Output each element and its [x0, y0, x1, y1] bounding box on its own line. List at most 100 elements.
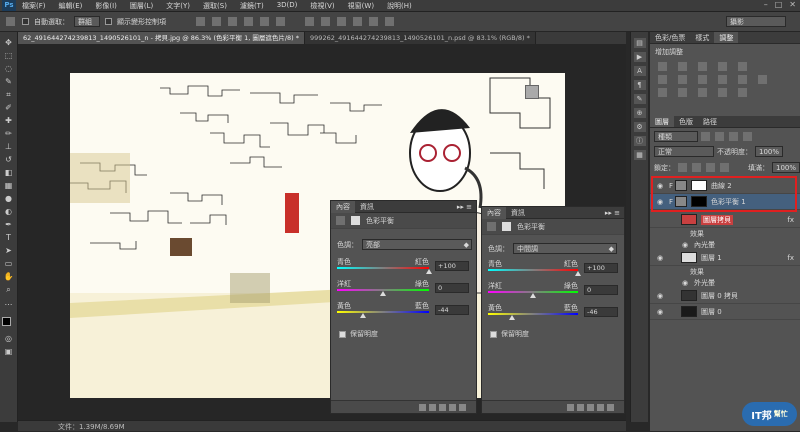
- trash-icon[interactable]: [459, 403, 466, 411]
- eraser-tool-icon[interactable]: ◧: [3, 168, 15, 178]
- lock-move-icon[interactable]: [706, 163, 715, 172]
- menu-item[interactable]: 說明(H): [387, 1, 412, 11]
- distribute-bottom-icon[interactable]: [337, 17, 346, 26]
- tab-properties[interactable]: 內容: [331, 200, 355, 213]
- color-slider-track[interactable]: [337, 311, 429, 313]
- selective-color-icon[interactable]: [738, 88, 747, 97]
- transform-controls-checkbox[interactable]: [105, 18, 112, 25]
- zoom-tool-icon[interactable]: ⌕: [3, 285, 15, 295]
- tone-dropdown[interactable]: 亮部 ◆: [362, 239, 472, 250]
- pen-tool-icon[interactable]: ✒: [3, 220, 15, 230]
- filter-type-icon[interactable]: [729, 132, 738, 141]
- lasso-tool-icon[interactable]: ◌: [3, 64, 15, 74]
- tab-layers[interactable]: 圖層: [650, 116, 674, 127]
- menu-item[interactable]: 選取(S): [203, 1, 227, 11]
- distribute-right-icon[interactable]: [385, 17, 394, 26]
- menu-item[interactable]: 檢視(V): [310, 1, 334, 11]
- history-panel-icon[interactable]: ▤: [633, 38, 646, 48]
- history-brush-icon[interactable]: ↺: [3, 155, 15, 165]
- menu-item[interactable]: 文字(Y): [166, 1, 190, 11]
- dodge-tool-icon[interactable]: ◐: [3, 207, 15, 217]
- tab-info[interactable]: 資訊: [506, 207, 530, 219]
- tab-styles[interactable]: 樣式: [690, 32, 714, 43]
- reset-icon[interactable]: [439, 403, 446, 411]
- slider-thumb[interactable]: [380, 291, 386, 296]
- slider-value-input[interactable]: +100: [584, 263, 618, 273]
- menu-item[interactable]: 影像(I): [95, 1, 117, 11]
- posterize-icon[interactable]: [678, 88, 687, 97]
- slider-value-input[interactable]: 0: [584, 285, 618, 295]
- color-slider-track[interactable]: [488, 313, 578, 315]
- menu-item[interactable]: 圖層(L): [130, 1, 153, 11]
- clone-source-icon[interactable]: ⊕: [633, 108, 646, 118]
- align-bottom-icon[interactable]: [228, 17, 237, 26]
- mask-icon[interactable]: [351, 216, 360, 225]
- tab-channels[interactable]: 色版: [674, 116, 698, 127]
- more-tools-icon[interactable]: …: [3, 298, 15, 308]
- fill-input[interactable]: 100%: [772, 162, 800, 173]
- hue-saturation-icon[interactable]: [658, 75, 667, 84]
- fx-icon[interactable]: fx: [787, 216, 794, 224]
- maximize-icon[interactable]: □: [775, 0, 783, 9]
- eye-icon[interactable]: [449, 403, 456, 411]
- move-tool-icon[interactable]: [6, 17, 15, 26]
- filter-pixel-icon[interactable]: [701, 132, 710, 141]
- channel-mixer-icon[interactable]: [738, 75, 747, 84]
- layer-row[interactable]: ◉ 圖層 1 fx: [650, 250, 800, 266]
- gradient-tool-icon[interactable]: ▦: [3, 181, 15, 191]
- workspace-dropdown[interactable]: 攝影: [726, 16, 786, 27]
- reset-icon[interactable]: [587, 403, 594, 411]
- slider-thumb[interactable]: [426, 269, 432, 274]
- effect-item[interactable]: ◉ 內光暈: [650, 239, 800, 250]
- filter-adjust-icon[interactable]: [715, 132, 724, 141]
- tone-dropdown[interactable]: 中間調 ◆: [513, 243, 617, 254]
- quick-select-tool-icon[interactable]: ✎: [3, 77, 15, 87]
- layer-row[interactable]: ◉ 圖層 0: [650, 304, 800, 320]
- align-top-icon[interactable]: [196, 17, 205, 26]
- stamp-tool-icon[interactable]: ⊥: [3, 142, 15, 152]
- vibrance-icon[interactable]: [738, 62, 747, 71]
- eye-icon[interactable]: [597, 403, 604, 411]
- align-center-icon[interactable]: [260, 17, 269, 26]
- align-middle-icon[interactable]: [212, 17, 221, 26]
- color-lookup-icon[interactable]: [758, 75, 767, 84]
- menu-item[interactable]: 檔案(F): [22, 1, 46, 11]
- tab-paths[interactable]: 路徑: [698, 116, 722, 127]
- color-swatches[interactable]: [1, 317, 16, 331]
- slider-thumb[interactable]: [509, 315, 516, 320]
- layer-row[interactable]: ◉ 圖層 0 拷貝: [650, 288, 800, 304]
- fx-icon[interactable]: fx: [787, 254, 794, 262]
- color-balance-icon[interactable]: [678, 75, 687, 84]
- panel-collapse-icon[interactable]: ▸▸ ≡: [605, 209, 624, 217]
- eye-icon[interactable]: ◉: [655, 254, 665, 262]
- preserve-luminosity-checkbox[interactable]: [339, 330, 346, 338]
- hand-tool-icon[interactable]: ✋: [3, 272, 15, 282]
- panel-collapse-icon[interactable]: ▸▸ ≡: [457, 203, 476, 211]
- character-panel-icon[interactable]: A: [633, 66, 646, 76]
- screen-mode-icon[interactable]: ▣: [3, 347, 15, 357]
- paragraph-panel-icon[interactable]: ¶: [633, 80, 646, 90]
- brush-panel-icon[interactable]: ✎: [633, 94, 646, 104]
- distribute-middle-icon[interactable]: [321, 17, 330, 26]
- minimize-icon[interactable]: –: [764, 0, 768, 9]
- visibility-icon[interactable]: [429, 403, 436, 411]
- healing-tool-icon[interactable]: ✚: [3, 116, 15, 126]
- tool-presets-icon[interactable]: ⚙: [633, 122, 646, 132]
- levels-icon[interactable]: [678, 62, 687, 71]
- slider-value-input[interactable]: -46: [584, 307, 618, 317]
- menu-item[interactable]: 編輯(E): [59, 1, 83, 11]
- clip-icon[interactable]: [567, 403, 574, 411]
- layer-comps-icon[interactable]: ▦: [633, 150, 646, 160]
- tab-info[interactable]: 資訊: [355, 201, 379, 213]
- slider-thumb[interactable]: [359, 313, 366, 318]
- move-tool-icon[interactable]: ✥: [3, 38, 15, 48]
- menu-item[interactable]: 3D(D): [277, 1, 298, 11]
- curves-icon[interactable]: [698, 62, 707, 71]
- black-white-icon[interactable]: [698, 75, 707, 84]
- opacity-input[interactable]: 100%: [755, 146, 784, 157]
- eye-icon[interactable]: ◉: [655, 308, 665, 316]
- distribute-center-icon[interactable]: [369, 17, 378, 26]
- visibility-icon[interactable]: [577, 403, 584, 411]
- brush-tool-icon[interactable]: ✏: [3, 129, 15, 139]
- layer-kind-filter[interactable]: 種類: [654, 131, 698, 142]
